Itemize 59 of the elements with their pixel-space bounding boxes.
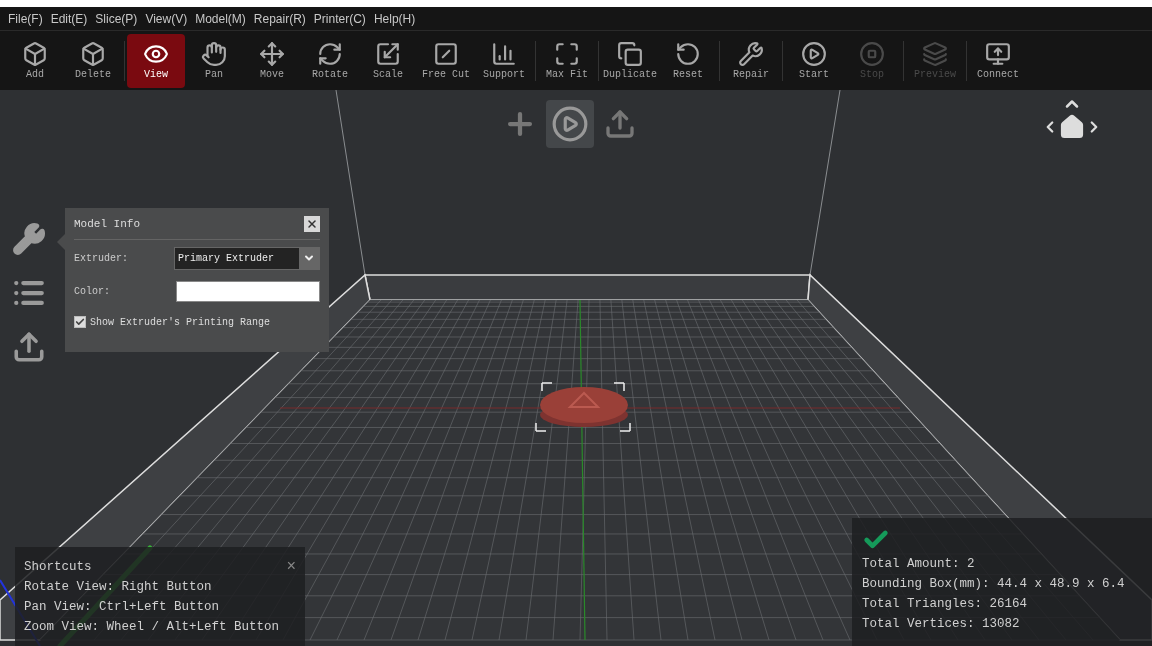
field-label: Color: — [74, 284, 110, 299]
stop-circle-icon — [859, 40, 885, 67]
layers-icon — [922, 40, 948, 67]
color-swatch[interactable] — [176, 280, 320, 302]
toolbar-button[interactable]: Move — [243, 33, 301, 88]
export-icon[interactable] — [12, 330, 46, 364]
menu-item[interactable]: Model(M) — [195, 9, 246, 28]
bars-icon — [491, 40, 517, 67]
shortcut-text: Zoom View: Wheel / Alt+Left Button — [24, 619, 280, 636]
copy-icon — [617, 40, 643, 67]
stat-text: Total Triangles: 26164 — [862, 596, 1028, 613]
undo-icon — [675, 40, 701, 67]
scale-icon — [375, 40, 401, 67]
shortcut-text: Rotate View: Right Button — [24, 579, 212, 596]
shortcuts-title: Shortcuts — [24, 559, 92, 576]
play-icon-button[interactable] — [546, 100, 594, 148]
menu-item[interactable]: Edit(E) — [50, 9, 88, 28]
play-circle-icon — [801, 40, 827, 67]
extruder-dropdown[interactable]: Primary Extruder — [174, 246, 320, 270]
menu-item[interactable]: Help(H) — [373, 9, 416, 28]
checkbox-label: Show Extruder's Printing Range — [90, 315, 271, 330]
maximize-icon — [554, 40, 580, 67]
close-button[interactable] — [304, 216, 320, 233]
hand-icon — [201, 40, 227, 67]
stat-text: Total Vertices: 13082 — [862, 616, 1020, 633]
toolbar-button[interactable]: Connect — [969, 33, 1027, 88]
menu-item[interactable]: File(F) — [8, 9, 43, 28]
close-icon — [306, 218, 318, 231]
stat-text: Total Amount: 2 — [862, 556, 975, 573]
wrench-icon[interactable] — [12, 222, 46, 256]
toolbar-button[interactable]: Rotate — [301, 33, 359, 88]
rotate-icon — [317, 40, 343, 67]
menu-item[interactable]: Printer(C) — [313, 9, 366, 28]
toolbar-button[interactable]: Repair — [722, 33, 780, 88]
menu-item[interactable]: View(V) — [145, 9, 188, 28]
toolbar-button[interactable]: Free Cut — [417, 33, 475, 88]
toolbar-button[interactable]: Delete — [64, 33, 122, 88]
toolbar-button[interactable]: Pan — [185, 33, 243, 88]
stat-text: Bounding Box(mm): 44.4 x 48.9 x 6.4 — [862, 576, 1125, 593]
field-label: Extruder: — [74, 251, 128, 266]
toolbar-button[interactable]: Start — [785, 33, 843, 88]
toolbar-button[interactable]: Support — [475, 33, 533, 88]
monitor-icon — [985, 40, 1011, 67]
toolbar-button[interactable]: Reset — [659, 33, 717, 88]
toolbar-button[interactable]: Add — [6, 33, 64, 88]
menu-item[interactable]: Slice(P) — [95, 9, 138, 28]
slash-square-icon — [433, 40, 459, 67]
move-arrows-icon — [259, 40, 285, 67]
toolbar-button[interactable]: View — [127, 33, 185, 88]
toolbar-button[interactable]: Max Fit — [538, 33, 596, 88]
shortcut-text: Pan View: Ctrl+Left Button — [24, 599, 220, 616]
wrench-icon — [738, 40, 764, 67]
menu-item[interactable]: Repair(R) — [253, 9, 306, 28]
toolbar-button[interactable]: Duplicate — [601, 33, 659, 88]
close-button[interactable]: × — [286, 557, 296, 577]
toolbar-button[interactable]: Scale — [359, 33, 417, 88]
home-icon[interactable] — [1059, 114, 1085, 140]
panel-title: Model Info — [74, 217, 140, 232]
checkbox[interactable] — [74, 316, 86, 328]
